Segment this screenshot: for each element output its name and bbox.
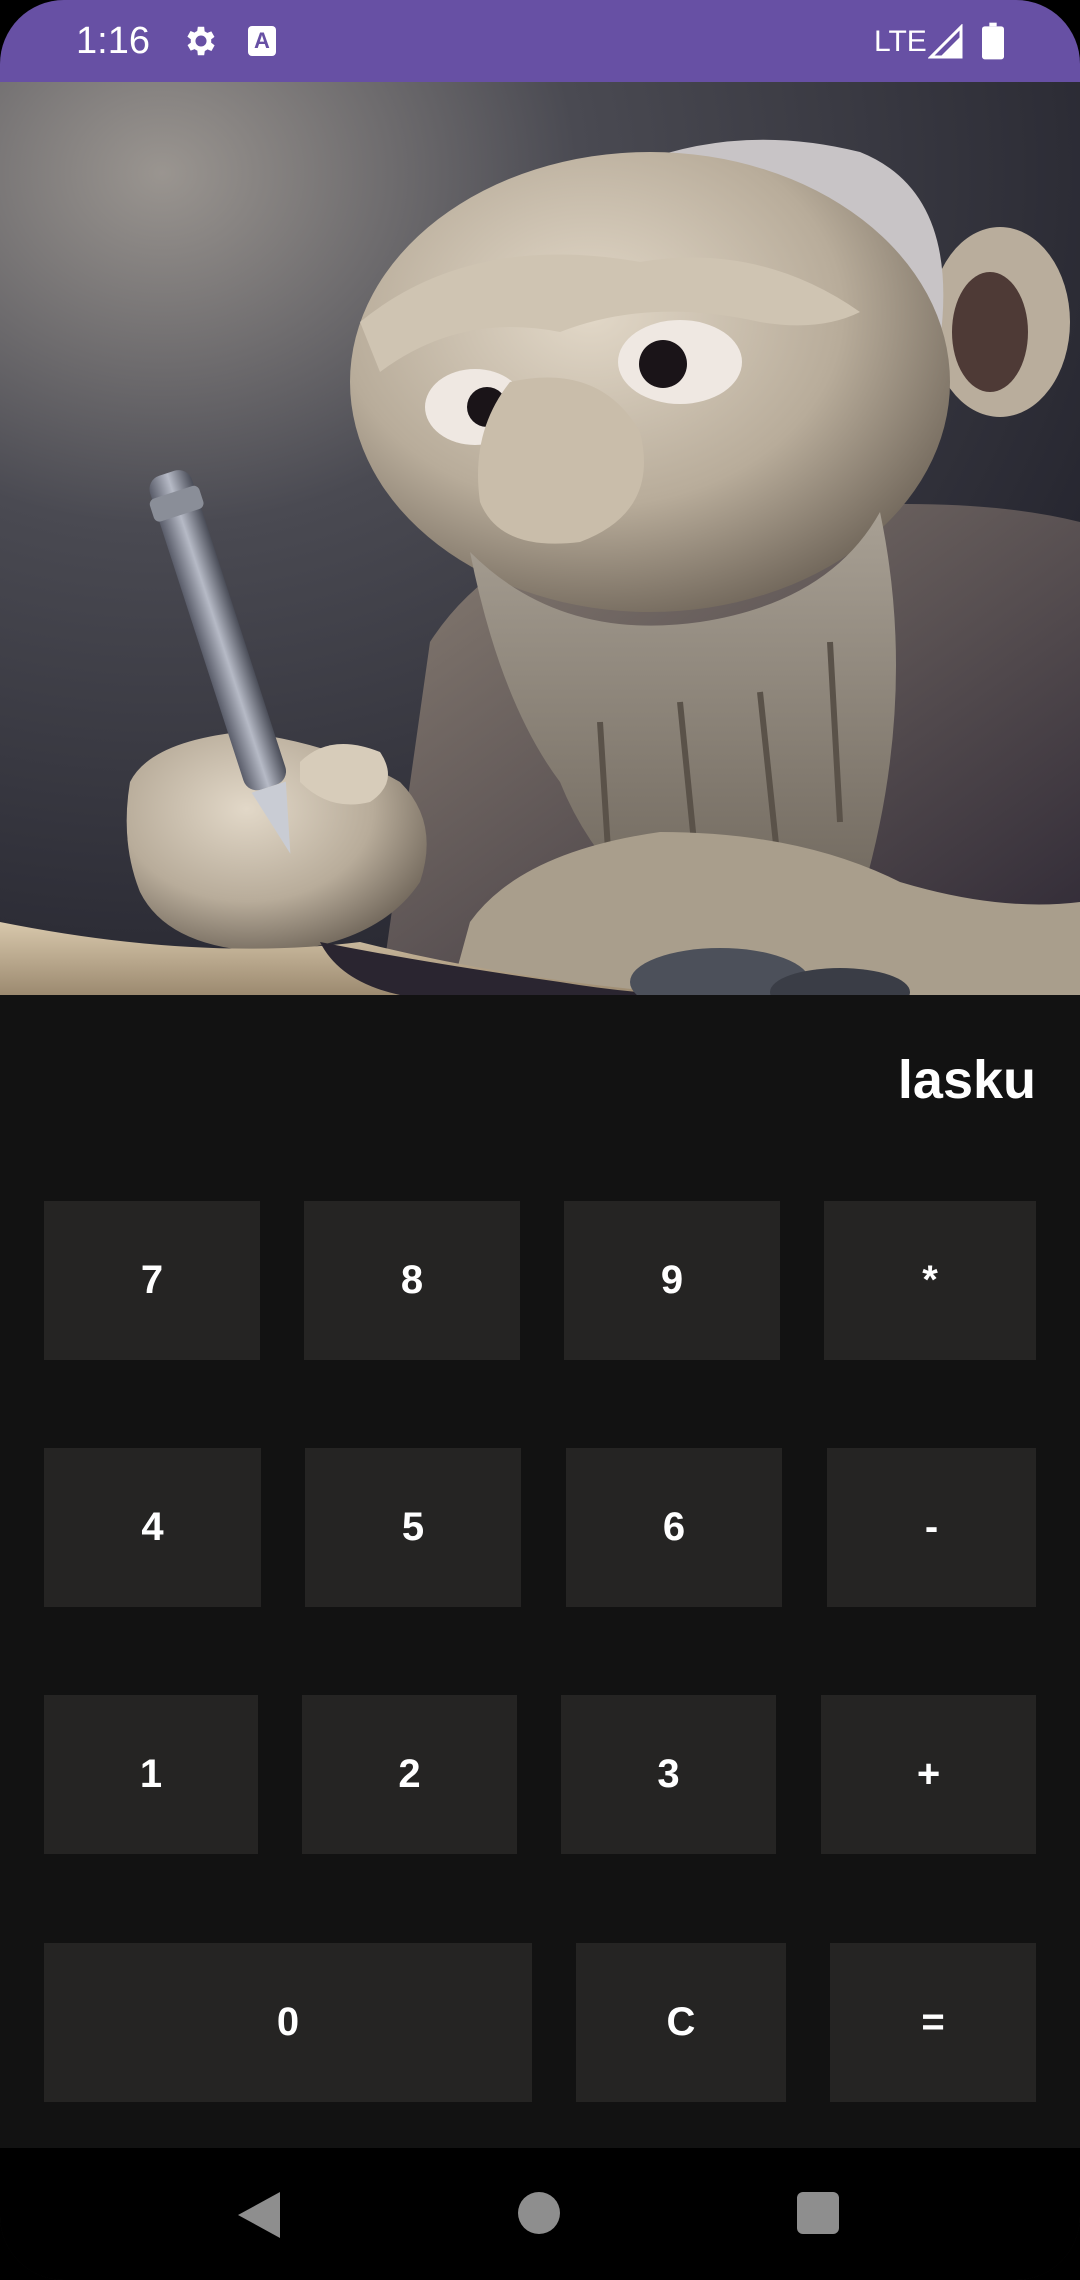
app-notification-icon: A [248,26,276,56]
key-add[interactable]: + [821,1695,1036,1854]
home-icon[interactable] [518,2192,560,2234]
key-1[interactable]: 1 [44,1695,258,1854]
key-2[interactable]: 2 [302,1695,517,1854]
key-6[interactable]: 6 [566,1448,782,1607]
network-type: LTE [874,25,927,58]
key-8[interactable]: 8 [304,1201,520,1360]
status-time: 1:16 [76,20,150,62]
battery-icon [982,22,1004,60]
calculator-display: lasku [897,1050,1036,1110]
navigation-bar [0,2148,1080,2280]
key-9[interactable]: 9 [564,1201,780,1360]
screen: 1:16 A LTE lasku 7 8 9 * 4 5 6 - 1 2 3 +… [0,0,1080,2280]
hero-illustration [0,82,1080,995]
key-subtract[interactable]: - [827,1448,1036,1607]
status-bar: 1:16 A LTE [0,0,1080,82]
key-3[interactable]: 3 [561,1695,776,1854]
key-5[interactable]: 5 [305,1448,521,1607]
key-4[interactable]: 4 [44,1448,261,1607]
key-clear[interactable]: C [576,1943,786,2102]
key-multiply[interactable]: * [824,1201,1036,1360]
signal-icon [928,24,963,59]
key-0[interactable]: 0 [44,1943,532,2102]
gear-icon [187,26,215,56]
recents-icon[interactable] [797,2192,839,2234]
key-7[interactable]: 7 [44,1201,260,1360]
back-icon[interactable] [236,2190,282,2240]
key-equals[interactable]: = [830,1943,1036,2102]
